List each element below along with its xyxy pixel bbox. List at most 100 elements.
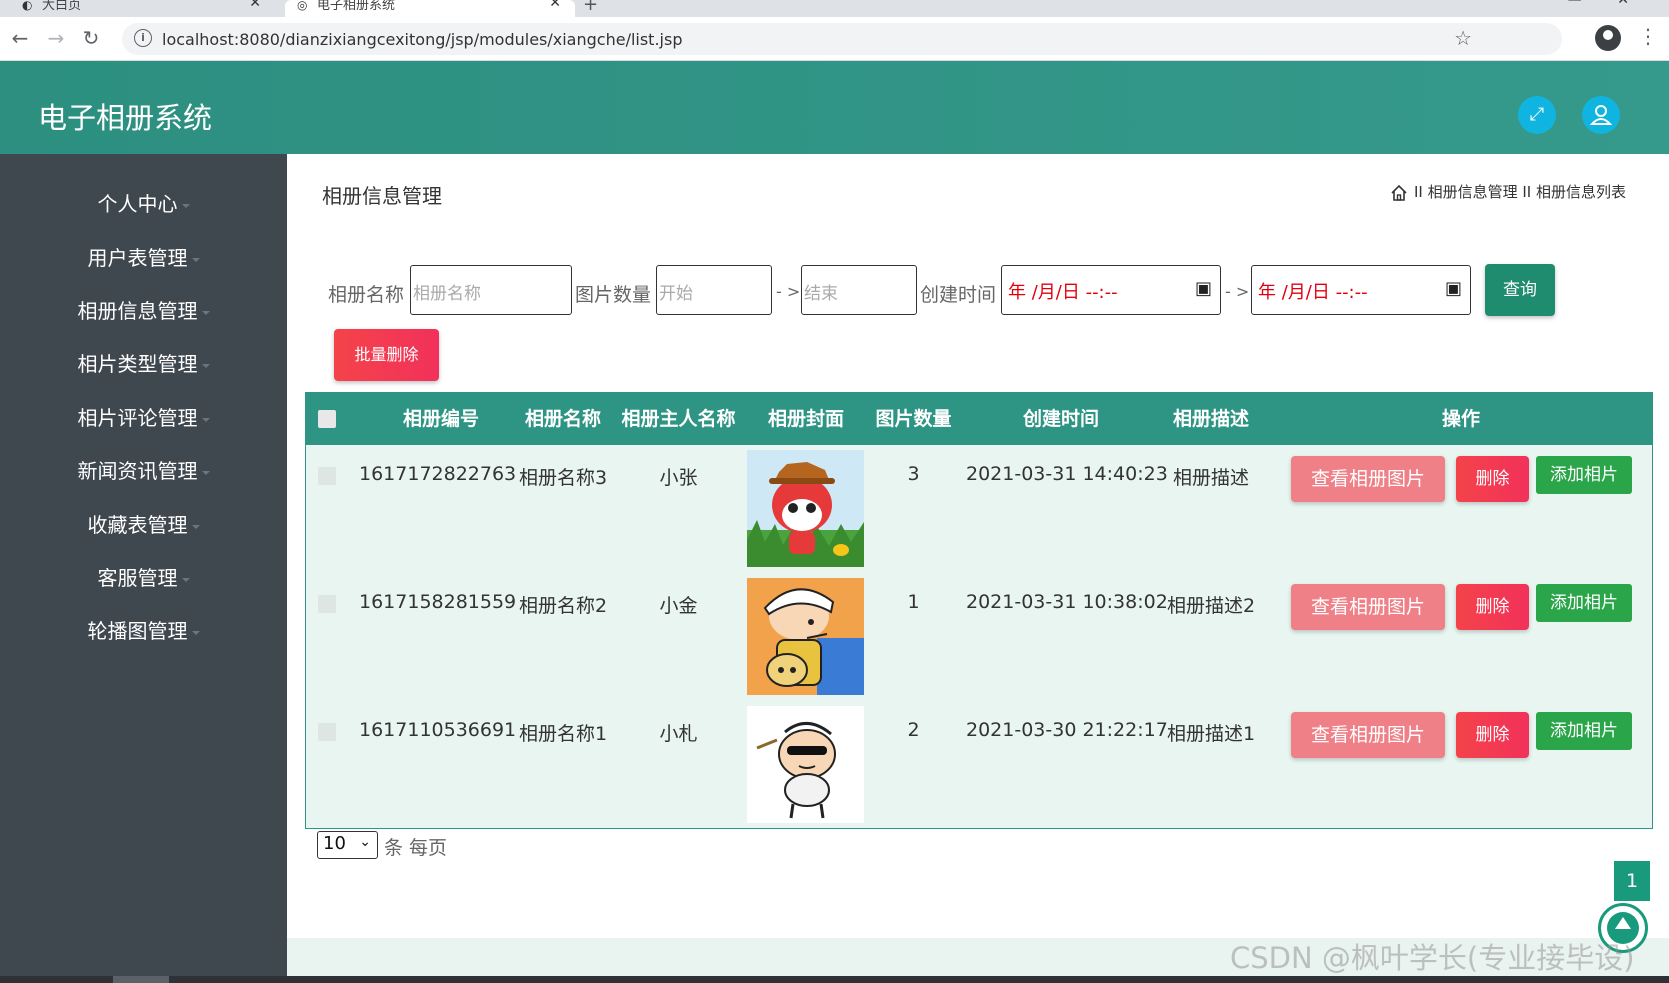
sidebar-item-photo-types[interactable]: 相片类型管理 bbox=[0, 344, 287, 384]
caret-down-icon bbox=[181, 203, 190, 208]
horizontal-scrollbar[interactable] bbox=[0, 976, 1669, 983]
page-number-button[interactable]: 1 bbox=[1614, 861, 1650, 901]
sidebar-item-label: 新闻资讯管理 bbox=[77, 459, 198, 483]
sidebar-item-personal-center[interactable]: 个人中心 bbox=[0, 184, 287, 224]
delete-button[interactable]: 删除 bbox=[1456, 456, 1529, 502]
range-separator: - > bbox=[1225, 282, 1250, 301]
caret-down-icon bbox=[191, 630, 200, 635]
menu-icon[interactable]: ⋮ bbox=[1638, 24, 1658, 48]
sidebar-item-customer-service[interactable]: 客服管理 bbox=[0, 558, 287, 598]
album-id: 1617110536691 bbox=[359, 719, 517, 741]
sidebar-item-carousel[interactable]: 轮播图管理 bbox=[0, 611, 287, 651]
album-name: 相册名称2 bbox=[518, 595, 608, 617]
table-header: 相册编号 相册名称 相册主人名称 相册封面 图片数量 创建时间 相册描述 操作 bbox=[306, 393, 1652, 445]
home-icon[interactable] bbox=[1390, 184, 1408, 202]
owner-name: 小札 bbox=[659, 723, 698, 745]
browser-tab-1[interactable]: ◐ 大白页 ✕ bbox=[10, 0, 275, 17]
table-row: 1617172822763 相册名称3 小张 3 2021-03-31 14:4… bbox=[306, 445, 1652, 573]
add-photo-button[interactable]: 添加相片 bbox=[1536, 584, 1632, 622]
url-field[interactable]: i localhost:8080/dianzixiangcexitong/jsp… bbox=[122, 23, 1562, 55]
column-header[interactable]: 操作 bbox=[1326, 393, 1596, 445]
star-icon[interactable]: ☆ bbox=[1454, 26, 1472, 50]
query-button[interactable]: 查询 bbox=[1485, 264, 1555, 316]
app-title: 电子相册系统 bbox=[38, 101, 213, 135]
add-photo-button[interactable]: 添加相片 bbox=[1536, 712, 1632, 750]
page-title: 相册信息管理 bbox=[322, 184, 442, 208]
count-start-input[interactable]: 开始 bbox=[656, 265, 772, 315]
placeholder-text: 年 /月/日 --:-- bbox=[1008, 282, 1118, 303]
delete-button[interactable]: 删除 bbox=[1456, 584, 1529, 630]
create-time-label: 创建时间 bbox=[920, 284, 997, 306]
row-checkbox[interactable] bbox=[318, 723, 336, 741]
page-size-value: 10 bbox=[323, 833, 346, 854]
sidebar-item-favorites[interactable]: 收藏表管理 bbox=[0, 505, 287, 545]
sidebar-item-label: 个人中心 bbox=[97, 192, 178, 216]
photo-count: 3 bbox=[907, 463, 920, 485]
sidebar-item-news[interactable]: 新闻资讯管理 bbox=[0, 451, 287, 491]
calendar-icon[interactable]: ▣ bbox=[1445, 278, 1462, 299]
sidebar-item-label: 相片评论管理 bbox=[77, 406, 198, 430]
globe-icon: ◐ bbox=[22, 0, 33, 12]
window-controls-icon[interactable]: — ✕ bbox=[1568, 0, 1629, 8]
created-time: 2021-03-31 14:40:23 bbox=[966, 463, 1168, 485]
delete-button[interactable]: 删除 bbox=[1456, 712, 1529, 758]
column-header[interactable]: 相册名称 bbox=[518, 393, 608, 445]
view-photos-button[interactable]: 查看相册图片 bbox=[1291, 456, 1445, 502]
column-header[interactable]: 相册编号 bbox=[376, 393, 506, 445]
profile-icon[interactable] bbox=[1595, 25, 1621, 51]
fullscreen-icon[interactable]: ⤢ bbox=[1518, 96, 1556, 134]
view-photos-button[interactable]: 查看相册图片 bbox=[1291, 712, 1445, 758]
sidebar-item-label: 相片类型管理 bbox=[77, 352, 198, 376]
new-tab-icon[interactable]: + bbox=[583, 0, 598, 15]
scrollbar-thumb[interactable] bbox=[113, 976, 169, 983]
select-all-checkbox[interactable] bbox=[318, 410, 336, 428]
sidebar-item-label: 客服管理 bbox=[97, 566, 178, 590]
sidebar-item-label: 用户表管理 bbox=[87, 246, 188, 270]
close-icon[interactable]: ✕ bbox=[549, 0, 561, 11]
close-icon[interactable]: ✕ bbox=[249, 0, 261, 11]
breadcrumb-text[interactable]: II 相册信息管理 II 相册信息列表 bbox=[1414, 183, 1626, 201]
batch-delete-button[interactable]: 批量删除 bbox=[334, 329, 439, 381]
sidebar-item-label: 轮播图管理 bbox=[87, 619, 188, 643]
row-checkbox[interactable] bbox=[318, 595, 336, 613]
count-end-input[interactable]: 结束 bbox=[801, 265, 917, 315]
album-name: 相册名称3 bbox=[518, 467, 608, 489]
column-header[interactable]: 相册主人名称 bbox=[616, 393, 741, 445]
view-photos-button[interactable]: 查看相册图片 bbox=[1291, 584, 1445, 630]
range-separator: - > bbox=[776, 282, 801, 301]
column-header[interactable]: 相册封面 bbox=[756, 393, 856, 445]
browser-tab-2[interactable]: ◎ 电子相册系统 ✕ bbox=[285, 0, 575, 17]
caret-down-icon bbox=[201, 417, 210, 422]
column-header[interactable]: 相册描述 bbox=[1156, 393, 1266, 445]
column-header[interactable]: 图片数量 bbox=[866, 393, 961, 445]
url-text[interactable]: localhost:8080/dianzixiangcexitong/jsp/m… bbox=[162, 30, 682, 49]
tab-title: 大白页 bbox=[42, 0, 82, 13]
reload-icon[interactable]: ↻ bbox=[79, 26, 103, 50]
sidebar-item-album-info[interactable]: 相册信息管理 bbox=[0, 291, 287, 331]
album-name-input[interactable]: 相册名称 bbox=[410, 265, 572, 315]
user-icon[interactable] bbox=[1582, 96, 1620, 134]
address-bar: ← → ↻ i localhost:8080/dianzixiangcexito… bbox=[0, 17, 1669, 61]
watermark: CSDN @枫叶学长(专业接毕设) bbox=[1230, 941, 1635, 975]
created-time: 2021-03-30 21:22:17 bbox=[966, 719, 1168, 741]
end-date-input[interactable]: 年 /月/日 --:-- ▣ bbox=[1251, 265, 1471, 315]
column-header[interactable]: 创建时间 bbox=[976, 393, 1146, 445]
caret-down-icon bbox=[201, 363, 210, 368]
chevron-down-icon: ⌄ bbox=[359, 834, 371, 850]
sidebar-item-photo-comments[interactable]: 相片评论管理 bbox=[0, 398, 287, 438]
placeholder-text: 开始 bbox=[659, 284, 693, 304]
add-photo-button[interactable]: 添加相片 bbox=[1536, 456, 1632, 494]
sidebar-item-label: 相册信息管理 bbox=[77, 299, 198, 323]
back-icon[interactable]: ← bbox=[8, 26, 32, 50]
info-icon[interactable]: i bbox=[134, 29, 152, 47]
row-checkbox[interactable] bbox=[318, 467, 336, 485]
album-id: 1617158281559 bbox=[359, 591, 517, 613]
start-date-input[interactable]: 年 /月/日 --:-- ▣ bbox=[1001, 265, 1221, 315]
album-description: 相册描述2 bbox=[1166, 595, 1256, 617]
sidebar-item-users[interactable]: 用户表管理 bbox=[0, 238, 287, 278]
calendar-icon[interactable]: ▣ bbox=[1195, 278, 1212, 299]
page-size-select[interactable]: 10 ⌄ bbox=[317, 831, 378, 859]
table-row: 1617110536691 相册名称1 小札 2 2021-03-30 21:2… bbox=[306, 701, 1652, 829]
album-description: 相册描述1 bbox=[1166, 723, 1256, 745]
forward-icon[interactable]: → bbox=[44, 26, 68, 50]
